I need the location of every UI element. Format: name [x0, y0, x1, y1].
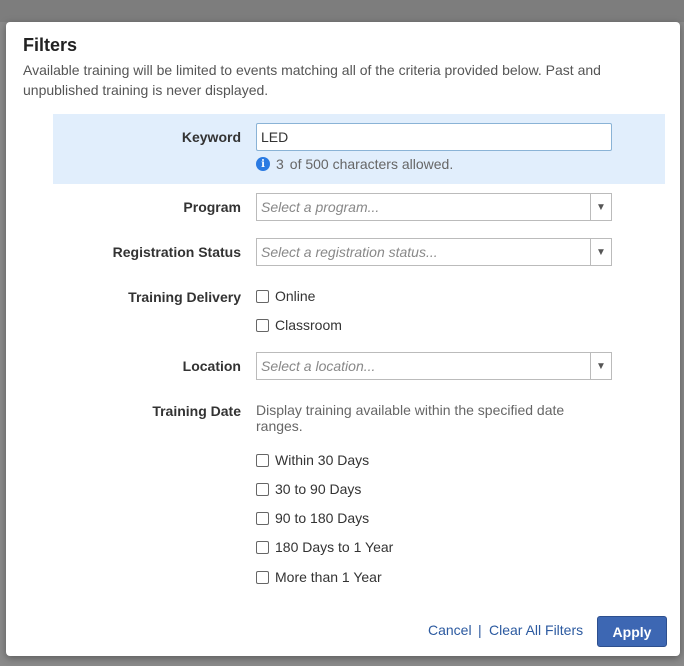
checkbox-box[interactable] — [256, 540, 269, 554]
more-than-1-year-checkbox[interactable]: More than 1 Year — [256, 569, 382, 585]
checkbox-box[interactable] — [256, 453, 269, 467]
checkbox-box[interactable] — [256, 318, 269, 332]
training-delivery-label: Training Delivery — [128, 289, 241, 305]
keyword-input[interactable] — [256, 123, 612, 151]
location-placeholder: Select a location... — [261, 358, 376, 374]
info-icon: i — [256, 157, 270, 171]
90-to-180-days-checkbox[interactable]: 90 to 180 Days — [256, 510, 369, 526]
keyword-hint-count: 3 — [276, 156, 284, 172]
keyword-label: Keyword — [181, 129, 241, 145]
modal-description: Available training will be limited to ev… — [23, 62, 601, 98]
within-30-days-checkbox[interactable]: Within 30 Days — [256, 452, 369, 468]
filters-modal: Filters Available training will be limit… — [6, 22, 680, 656]
180-days-to-1-year-label: 180 Days to 1 Year — [275, 539, 394, 555]
checkbox-box[interactable] — [256, 482, 269, 496]
classroom-checkbox[interactable]: Classroom — [256, 317, 342, 333]
chevron-down-icon[interactable]: ▼ — [590, 194, 611, 220]
more-than-1-year-label: More than 1 Year — [275, 569, 382, 585]
program-placeholder: Select a program... — [261, 199, 380, 215]
clear-all-filters-link[interactable]: Clear All Filters — [489, 622, 583, 638]
keyword-hint-text: of 500 characters allowed. — [289, 156, 454, 172]
90-to-180-days-label: 90 to 180 Days — [275, 510, 370, 526]
footer-separator: | — [478, 622, 482, 638]
online-label: Online — [275, 288, 316, 304]
registration-status-label: Registration Status — [112, 244, 241, 260]
location-label: Location — [182, 358, 241, 374]
online-checkbox[interactable]: Online — [256, 288, 315, 304]
registration-status-select[interactable]: Select a registration status... ▼ — [256, 238, 612, 266]
checkbox-box[interactable] — [256, 570, 269, 584]
chevron-down-icon[interactable]: ▼ — [590, 353, 611, 379]
location-select[interactable]: Select a location... ▼ — [256, 352, 612, 380]
program-label: Program — [183, 199, 241, 215]
checkbox-box[interactable] — [256, 289, 269, 303]
modal-title: Filters — [23, 35, 78, 55]
apply-button[interactable]: Apply — [597, 616, 667, 647]
program-select[interactable]: Select a program... ▼ — [256, 193, 612, 221]
training-date-note: Display training available within the sp… — [256, 402, 565, 434]
30-to-90-days-label: 30 to 90 Days — [275, 481, 362, 497]
chevron-down-icon[interactable]: ▼ — [590, 239, 611, 265]
30-to-90-days-checkbox[interactable]: 30 to 90 Days — [256, 481, 361, 497]
within-30-days-label: Within 30 Days — [275, 452, 370, 468]
top-bar — [0, 0, 684, 22]
cancel-link[interactable]: Cancel — [428, 622, 472, 638]
180-days-to-1-year-checkbox[interactable]: 180 Days to 1 Year — [256, 539, 393, 555]
training-date-label: Training Date — [152, 403, 241, 419]
keyword-hint: i 3 of 500 characters allowed. — [256, 156, 453, 172]
classroom-label: Classroom — [275, 317, 342, 333]
checkbox-box[interactable] — [256, 511, 269, 525]
registration-status-placeholder: Select a registration status... — [261, 244, 438, 260]
